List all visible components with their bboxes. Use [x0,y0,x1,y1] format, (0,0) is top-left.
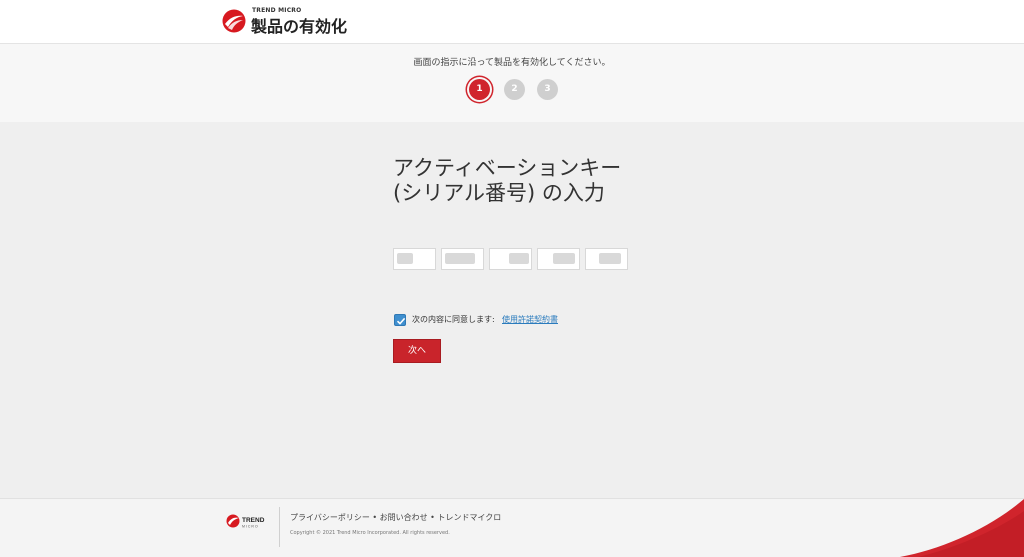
step-pointer [472,112,490,121]
eula-link[interactable]: 使用許諾契約書 [502,313,558,327]
redacted-key-mark [445,253,475,264]
agree-label: 次の内容に同意します: [412,315,495,324]
step-1: 1 [469,79,490,100]
footer-logo-text: TREND [242,517,265,524]
steps-band: 画面の指示に沿って製品を有効化してください。 1 2 3 [0,44,1024,122]
next-button[interactable]: 次へ [393,339,441,363]
check-icon [396,317,406,325]
instruction-text: 画面の指示に沿って製品を有効化してください。 [413,58,611,68]
footer-divider [279,507,280,547]
agree-checkbox[interactable] [394,314,406,326]
footer: TREND MICRO プライバシーポリシー • お問い合わせ • トレンドマイ… [0,498,1024,557]
trend-micro-footer-logo-icon: TREND MICRO [226,514,265,529]
step-3: 3 [537,79,558,100]
redacted-key-mark [397,253,413,264]
activation-heading: アクティベーションキー (シリアル番号) の入力 [393,156,622,205]
redacted-key-mark [599,253,621,264]
footer-logo-subtext: MICRO [242,525,259,529]
copyright: Copyright © 2021 Trend Micro Incorporate… [290,530,450,536]
decorative-swoosh [899,499,1024,557]
page-title: 製品の有効化 [251,17,348,36]
footer-links[interactable]: プライバシーポリシー • お問い合わせ • トレンドマイクロ [290,512,501,523]
redacted-key-mark [553,253,575,264]
main-content: アクティベーションキー (シリアル番号) の入力 次の内容に同意します: 使用許… [0,122,1024,498]
redacted-key-mark [509,253,529,264]
step-2: 2 [504,79,525,100]
trend-micro-logo-icon [222,9,246,33]
header: TREND MICRO 製品の有効化 [0,0,1024,44]
